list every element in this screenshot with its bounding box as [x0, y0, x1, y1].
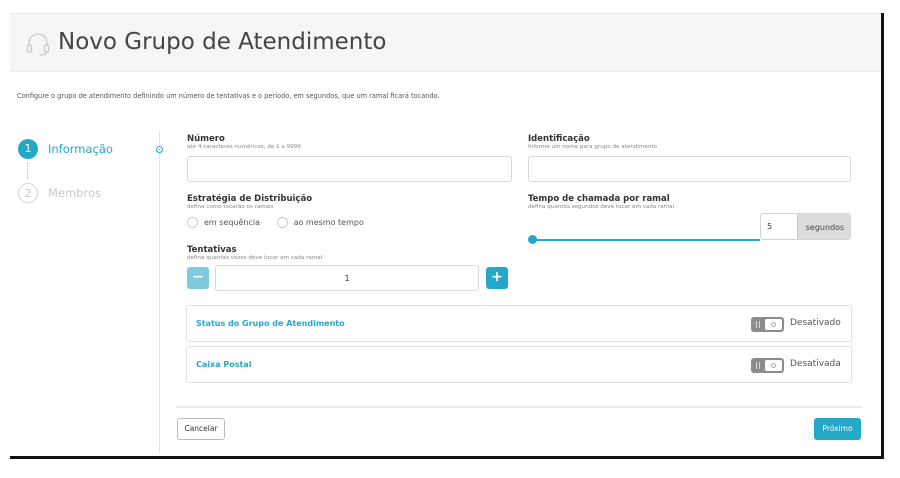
step-label: Membros [48, 186, 102, 200]
page-title: Novo Grupo de Atendimento [58, 29, 387, 55]
tempo-hint: defina quantos segundos deve tocar em ca… [528, 204, 675, 210]
headset-icon [26, 33, 50, 56]
status-toggle[interactable] [751, 317, 784, 332]
tempo-unit-addon: segundos [797, 214, 850, 239]
toggle-state-label: Desativado [790, 318, 841, 328]
toggle-on-bars-icon [755, 321, 762, 328]
status-grupo-card: Status do Grupo de Atendimento Desativad… [186, 305, 852, 342]
cancel-button[interactable]: Cancelar [177, 418, 225, 440]
caixa-postal-card: Caixa Postal Desativada [186, 346, 852, 383]
radio-button[interactable] [187, 217, 198, 228]
tempo-label: Tempo de chamada por ramal [528, 194, 670, 204]
tempo-input[interactable]: 5 [767, 222, 772, 231]
page-description: Configure o grupo de atendimento definin… [17, 92, 440, 100]
step-number: 2 [18, 183, 38, 203]
page-header: Novo Grupo de Atendimento [10, 13, 881, 72]
step-membros[interactable]: 2 Membros [18, 183, 158, 227]
numero-input[interactable] [187, 156, 512, 182]
radio-option-sequencia[interactable]: em sequência [187, 217, 260, 228]
radio-button[interactable] [276, 217, 288, 228]
tentativas-hint: defina quantas vezes deve tocar em cada … [187, 255, 323, 261]
identificacao-input[interactable] [528, 156, 851, 182]
footer-divider [176, 406, 862, 408]
numero-label: Número [187, 134, 225, 144]
wizard-steps: 1 Informação 2 Membros [18, 139, 158, 227]
toggle-state-label: Desativada [790, 359, 841, 369]
dialog: Novo Grupo de Atendimento Configure o gr… [10, 13, 884, 459]
step-informacao[interactable]: 1 Informação [18, 139, 158, 183]
estrategia-label: Estratégia de Distribuição [187, 194, 313, 204]
card-title: Status do Grupo de Atendimento [196, 319, 345, 328]
tentativas-label: Tentativas [187, 245, 237, 255]
card-title: Caixa Postal [196, 360, 252, 369]
steps-divider [159, 131, 160, 453]
next-button[interactable]: Próximo [814, 418, 861, 440]
radio-option-mesmo-tempo[interactable]: ao mesmo tempo [276, 217, 364, 228]
step-number: 1 [18, 139, 38, 159]
estrategia-radio-group: em sequência ao mesmo tempo [187, 217, 364, 231]
identificacao-label: Identificação [528, 134, 590, 144]
tentativas-increment-button[interactable]: + [486, 267, 508, 289]
toggle-on-bars-icon [755, 362, 762, 369]
numero-hint: até 4 caracteres numéricos, de 1 a 9999 [187, 144, 301, 150]
tempo-slider-track[interactable] [532, 239, 760, 241]
identificacao-hint: Informe um nome para grupo de atendiment… [528, 144, 658, 150]
page: Novo Grupo de Atendimento Configure o gr… [0, 0, 900, 478]
step-connector [27, 163, 29, 179]
caixa-postal-toggle[interactable] [751, 358, 784, 373]
tentativas-input[interactable]: 1 [215, 265, 479, 291]
toggle-knob [765, 319, 782, 330]
tempo-input-group: 5 segundos [760, 213, 851, 240]
step-label: Informação [48, 142, 113, 156]
tempo-slider-handle[interactable] [528, 235, 537, 244]
radio-label: ao mesmo tempo [293, 218, 364, 227]
tentativas-decrement-button[interactable]: − [187, 267, 209, 289]
toggle-knob [765, 360, 782, 371]
estrategia-hint: defina como tocarão os ramais [187, 204, 274, 210]
radio-label: em sequência [204, 218, 261, 227]
active-step-marker [156, 146, 163, 153]
